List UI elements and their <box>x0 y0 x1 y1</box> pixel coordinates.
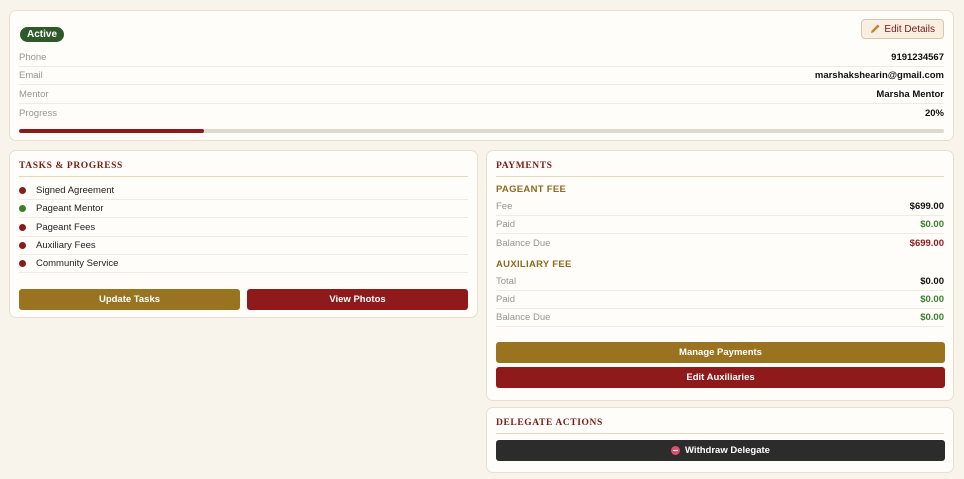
withdraw-delegate-label: Withdraw Delegate <box>685 445 770 456</box>
mentor-value: Marsha Mentor <box>876 89 944 100</box>
total-value: $0.00 <box>920 276 944 287</box>
task-label: Pageant Fees <box>36 222 96 233</box>
edit-details-button[interactable]: Edit Details <box>861 19 944 39</box>
paid-value: $0.00 <box>920 294 944 305</box>
balance-due-value: $699.00 <box>909 237 944 249</box>
status-badge: Active <box>20 27 65 42</box>
delegate-actions-title: DELEGATE ACTIONS <box>496 418 944 434</box>
tasks-section-title: TASKS & PROGRESS <box>19 161 468 177</box>
edit-details-label: Edit Details <box>884 23 935 35</box>
status-dot-icon <box>19 187 26 194</box>
auxiliary-total-row: Total $0.00 <box>496 273 944 291</box>
email-row: Email marshakshearin@gmail.com <box>19 67 944 85</box>
task-label: Signed Agreement <box>36 185 115 196</box>
progress-bar-fill <box>19 129 204 133</box>
task-label: Pageant Mentor <box>36 203 104 214</box>
auxiliary-fee-title: AUXILIARY FEE <box>496 259 572 270</box>
progress-row: Progress 20% <box>19 104 944 122</box>
task-item: Pageant Fees <box>19 219 468 237</box>
paid-label: Paid <box>496 294 516 305</box>
balance-due-value: $0.00 <box>920 312 944 323</box>
phone-value: 9191234567 <box>891 52 944 63</box>
task-item: Signed Agreement <box>19 182 468 200</box>
email-value: marshakshearin@gmail.com <box>814 70 944 81</box>
status-dot-icon <box>19 224 26 231</box>
manage-payments-button[interactable]: Manage Payments <box>496 342 945 363</box>
email-label: Email <box>19 70 43 81</box>
progress-bar <box>19 129 944 133</box>
fee-value: $699.00 <box>909 201 944 212</box>
pageant-paid-row: Paid $0.00 <box>496 216 944 234</box>
balance-due-label: Balance Due <box>496 312 551 323</box>
task-label: Auxiliary Fees <box>36 240 96 251</box>
pageant-balance-row: Balance Due $699.00 <box>496 234 944 252</box>
task-item: Pageant Mentor <box>19 200 468 218</box>
delegate-profile-card: Active Edit Details Phone 9191234567 Ema… <box>9 10 954 141</box>
status-dot-icon <box>19 260 26 267</box>
mentor-row: Mentor Marsha Mentor <box>19 86 944 104</box>
task-label: Community Service <box>36 258 119 269</box>
fee-label: Fee <box>496 201 513 212</box>
balance-due-label: Balance Due <box>496 237 551 249</box>
no-entry-icon <box>671 446 681 455</box>
payments-section-title: PAYMENTS <box>496 161 944 177</box>
payments-card: PAYMENTS PAGEANT FEE Fee $699.00 Paid $0… <box>486 150 954 401</box>
pageant-fee-title: PAGEANT FEE <box>496 184 567 195</box>
pencil-icon <box>871 24 880 33</box>
view-photos-button[interactable]: View Photos <box>247 289 468 310</box>
task-item: Community Service <box>19 255 468 273</box>
auxiliary-paid-row: Paid $0.00 <box>496 291 944 309</box>
update-tasks-button[interactable]: Update Tasks <box>19 289 240 310</box>
total-label: Total <box>496 276 517 287</box>
auxiliary-balance-row: Balance Due $0.00 <box>496 309 944 327</box>
progress-label: Progress <box>19 107 58 119</box>
status-dot-icon <box>19 205 26 212</box>
phone-row: Phone 9191234567 <box>19 49 944 67</box>
progress-value: 20% <box>924 107 944 119</box>
status-dot-icon <box>19 242 26 249</box>
phone-label: Phone <box>19 52 47 63</box>
delegate-actions-card: DELEGATE ACTIONS Withdraw Delegate <box>486 407 954 473</box>
mentor-label: Mentor <box>19 89 49 100</box>
withdraw-delegate-button[interactable]: Withdraw Delegate <box>496 440 945 461</box>
paid-label: Paid <box>496 219 516 230</box>
pageant-fee-row: Fee $699.00 <box>496 198 944 216</box>
tasks-card: TASKS & PROGRESS Signed Agreement Pagean… <box>9 150 478 318</box>
edit-auxiliaries-button[interactable]: Edit Auxiliaries <box>496 367 945 388</box>
paid-value: $0.00 <box>920 219 944 230</box>
task-item: Auxiliary Fees <box>19 237 468 255</box>
